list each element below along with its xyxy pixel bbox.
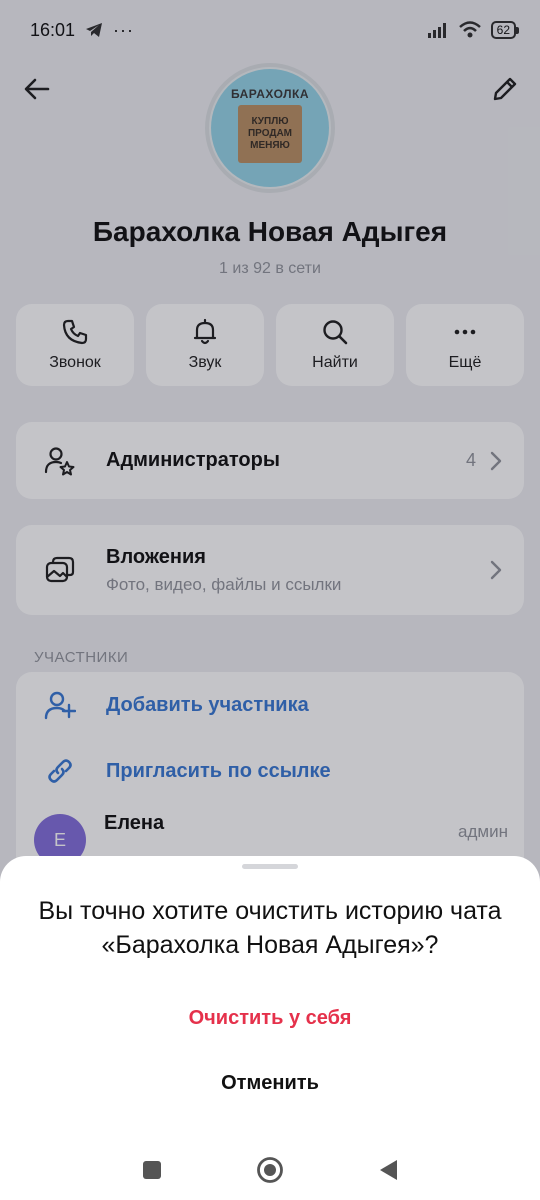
sheet-drag-handle[interactable] bbox=[242, 864, 298, 869]
home-circle-icon bbox=[257, 1157, 283, 1183]
clear-for-me-button[interactable]: Очистить у себя bbox=[0, 996, 540, 1040]
home-button[interactable] bbox=[252, 1152, 288, 1188]
system-nav-bar bbox=[0, 1140, 540, 1200]
cancel-button[interactable]: Отменить bbox=[0, 1061, 540, 1105]
triangle-back-icon bbox=[380, 1160, 397, 1180]
sheet-question: Вы точно хотите очистить историю чата «Б… bbox=[38, 897, 502, 959]
back-nav-button[interactable] bbox=[370, 1152, 406, 1188]
square-icon bbox=[143, 1161, 161, 1179]
recents-button[interactable] bbox=[134, 1152, 170, 1188]
